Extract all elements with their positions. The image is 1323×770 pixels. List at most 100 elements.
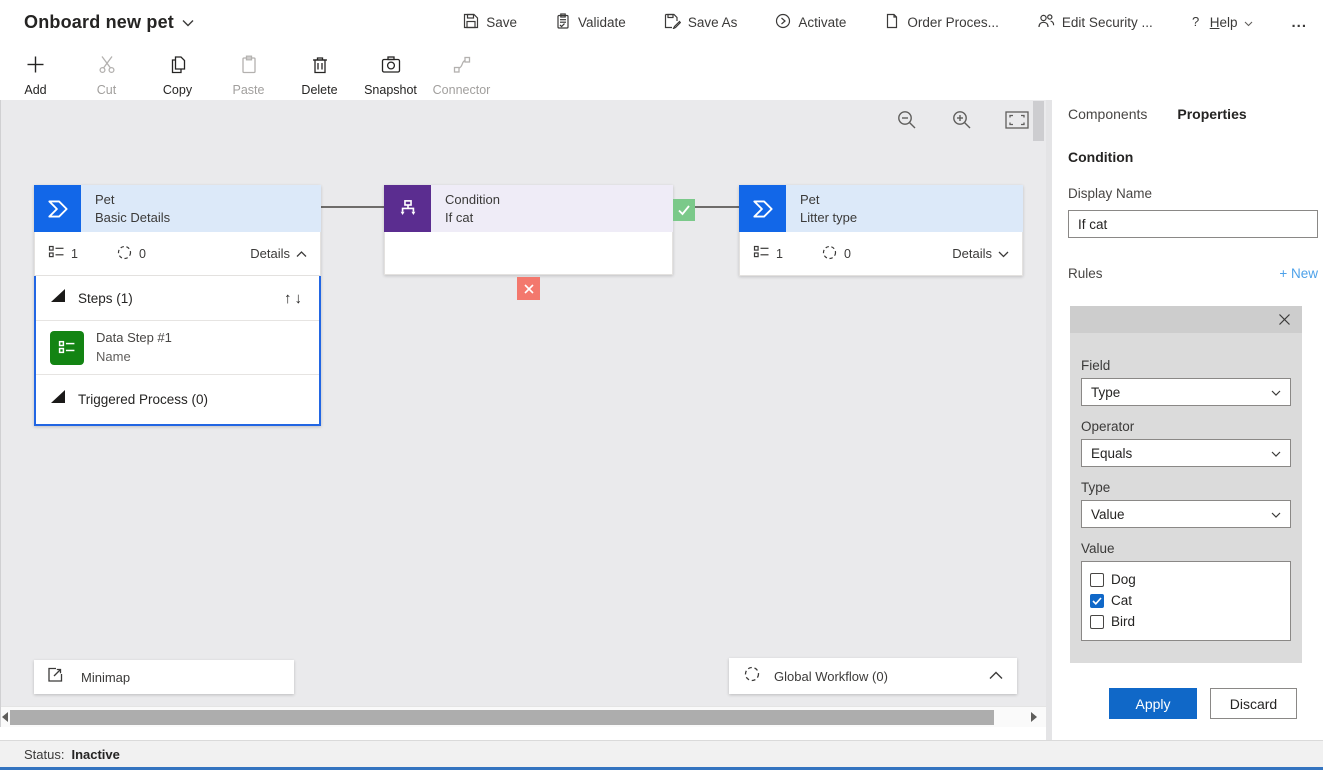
- display-name-input[interactable]: [1068, 210, 1318, 238]
- save-button[interactable]: Save: [463, 13, 517, 32]
- minimap-toggle[interactable]: Minimap: [34, 660, 294, 694]
- condition-header[interactable]: Condition If cat: [384, 185, 673, 232]
- global-workflow-icon: [743, 665, 761, 688]
- checkbox[interactable]: [1090, 594, 1104, 608]
- condition-body: [384, 232, 673, 275]
- triggered-process-section[interactable]: Triggered Process (0): [36, 375, 319, 424]
- process-count: 0: [139, 247, 146, 261]
- field-label: Field: [1081, 358, 1291, 373]
- condition-branch-icon: [384, 185, 431, 232]
- checkbox[interactable]: [1090, 615, 1104, 629]
- order-process-button[interactable]: Order Proces...: [884, 13, 999, 32]
- option-bird[interactable]: Bird: [1090, 611, 1282, 632]
- value-listbox: Dog Cat Bird: [1081, 561, 1291, 641]
- status-label: Status:: [24, 747, 64, 762]
- data-steps-count: 1: [776, 247, 783, 261]
- option-cat[interactable]: Cat: [1090, 590, 1282, 611]
- save-as-button[interactable]: Save As: [664, 13, 738, 32]
- properties-panel: Components Properties Condition Display …: [1046, 100, 1323, 740]
- help-menu[interactable]: ? Help: [1191, 14, 1254, 32]
- steps-section-header[interactable]: Steps (1) ↑↓: [36, 276, 319, 320]
- paste-icon: [239, 54, 259, 80]
- connector-button: Connector: [426, 45, 497, 97]
- connector-line: [321, 206, 384, 208]
- data-steps-icon: [48, 244, 65, 263]
- confirm-check-button[interactable]: [673, 199, 695, 221]
- validate-icon: [555, 13, 571, 32]
- save-as-icon: [664, 13, 681, 32]
- data-steps-count: 1: [71, 247, 78, 261]
- horizontal-scrollbar[interactable]: [1, 706, 1047, 727]
- option-dog[interactable]: Dog: [1090, 569, 1282, 590]
- delete-button[interactable]: Delete: [284, 45, 355, 97]
- validate-button[interactable]: Validate: [555, 13, 626, 32]
- global-workflow-toggle[interactable]: Global Workflow (0): [729, 658, 1017, 694]
- save-icon: [463, 13, 479, 32]
- add-icon: [25, 54, 46, 80]
- condition-entity: Condition: [445, 191, 673, 209]
- vertical-scrollbar-thumb[interactable]: [1033, 101, 1044, 141]
- type-dropdown[interactable]: Value: [1081, 500, 1291, 528]
- rules-label: Rules: [1068, 266, 1103, 281]
- edit-security-button[interactable]: Edit Security ...: [1037, 13, 1153, 32]
- scroll-left-arrow[interactable]: [2, 712, 8, 722]
- data-steps-icon: [753, 244, 770, 263]
- discard-button[interactable]: Discard: [1210, 688, 1297, 719]
- chevron-down-icon: [182, 14, 194, 32]
- data-step-field: Name: [96, 348, 172, 366]
- cut-button: Cut: [71, 45, 142, 97]
- close-icon[interactable]: [1275, 310, 1294, 329]
- stage-header[interactable]: Pet Litter type: [739, 185, 1023, 232]
- chevron-down-icon: [1244, 15, 1253, 30]
- title-bar: Onboard new pet Save Validate Save As Ac…: [0, 0, 1323, 45]
- bpf-designer: Onboard new pet Save Validate Save As Ac…: [0, 0, 1323, 770]
- zoom-in-icon[interactable]: [951, 109, 973, 136]
- display-name-label: Display Name: [1068, 186, 1152, 201]
- command-bar: Save Validate Save As Activate Order Pro…: [463, 13, 1323, 32]
- process-refresh-icon: [116, 244, 133, 264]
- move-down-icon[interactable]: ↓: [295, 290, 306, 307]
- horizontal-scrollbar-thumb[interactable]: [10, 710, 994, 725]
- snapshot-button[interactable]: Snapshot: [355, 45, 426, 97]
- field-dropdown[interactable]: Type: [1081, 378, 1291, 406]
- stage-stats-row: 1 0 Details: [34, 232, 321, 276]
- camera-icon: [380, 54, 402, 80]
- data-step-item[interactable]: Data Step #1 Name: [36, 320, 319, 375]
- panel-tabs: Components Properties: [1068, 106, 1247, 126]
- condition-name: If cat: [445, 209, 673, 227]
- fit-to-screen-icon[interactable]: [1005, 111, 1029, 134]
- zoom-out-icon[interactable]: [896, 109, 918, 136]
- stage-node-litter-type[interactable]: Pet Litter type 1 0 Details: [739, 185, 1023, 276]
- value-label: Value: [1081, 541, 1291, 556]
- more-commands-button[interactable]: ...: [1291, 14, 1307, 31]
- data-step-title: Data Step #1: [96, 329, 172, 347]
- help-icon: ?: [1191, 14, 1203, 32]
- delete-x-button[interactable]: [517, 277, 540, 300]
- status-bar: Status: Inactive: [0, 740, 1323, 767]
- checkbox[interactable]: [1090, 573, 1104, 587]
- page-title: Onboard new pet: [24, 12, 174, 33]
- flow-canvas[interactable]: Pet Basic Details 1 0 Details: [0, 100, 1046, 727]
- activate-icon: [775, 13, 791, 32]
- operator-label: Operator: [1081, 419, 1291, 434]
- chevron-up-icon[interactable]: [989, 667, 1003, 685]
- process-title-menu[interactable]: Onboard new pet: [24, 12, 194, 33]
- stage-entity: Pet: [800, 191, 1023, 209]
- tab-components[interactable]: Components: [1068, 106, 1147, 126]
- stage-node-basic-details[interactable]: Pet Basic Details 1 0 Details: [34, 185, 321, 426]
- copy-button[interactable]: Copy: [142, 45, 213, 97]
- details-toggle[interactable]: Details: [952, 246, 1009, 261]
- activate-button[interactable]: Activate: [775, 13, 846, 32]
- details-toggle[interactable]: Details: [250, 246, 307, 261]
- scroll-right-arrow[interactable]: [1031, 712, 1037, 722]
- operator-dropdown[interactable]: Equals: [1081, 439, 1291, 467]
- add-button[interactable]: Add: [0, 45, 71, 97]
- apply-button[interactable]: Apply: [1109, 688, 1197, 719]
- move-up-icon[interactable]: ↑: [284, 290, 295, 307]
- tab-properties[interactable]: Properties: [1177, 106, 1246, 126]
- condition-node-if-cat[interactable]: Condition If cat: [384, 185, 673, 275]
- data-step-icon: [50, 331, 84, 365]
- new-rule-link[interactable]: + New: [1279, 266, 1318, 281]
- stage-stats-row: 1 0 Details: [739, 232, 1023, 276]
- stage-header[interactable]: Pet Basic Details: [34, 185, 321, 232]
